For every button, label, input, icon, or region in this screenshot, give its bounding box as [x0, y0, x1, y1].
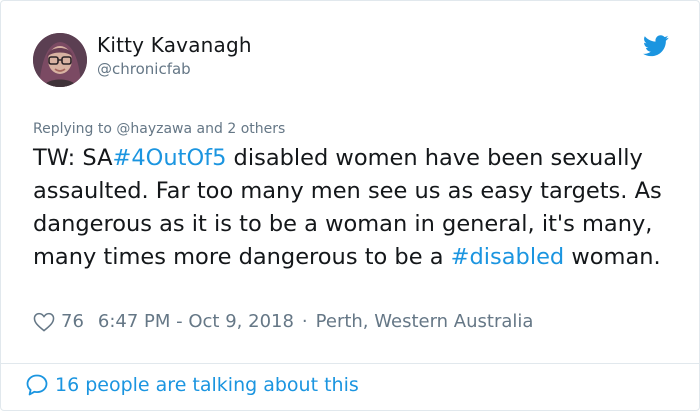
twitter-bird-icon[interactable]	[643, 35, 669, 57]
speech-bubble-icon	[26, 374, 48, 396]
tweet-timestamp[interactable]: 6:47 PM - Oct 9, 2018	[98, 311, 294, 332]
heart-outline-icon[interactable]	[33, 312, 55, 332]
avatar[interactable]	[33, 33, 87, 87]
reply-context: Replying to @hayzawa and 2 others	[33, 121, 285, 137]
reply-suffix[interactable]: and 2 others	[192, 121, 286, 137]
hashtag-link[interactable]: #disabled	[451, 244, 565, 270]
tweet-location[interactable]: Perth, Western Australia	[316, 311, 534, 332]
user-avatar-photo-icon	[33, 33, 87, 87]
like-count[interactable]: 76	[61, 311, 84, 332]
conversation-label[interactable]: 16 people are talking about this	[55, 374, 359, 396]
reply-mention-link[interactable]: @hayzawa	[116, 121, 192, 137]
tweet-meta: 76 6:47 PM - Oct 9, 2018 · Perth, Wester…	[33, 311, 533, 332]
conversation-link[interactable]: 16 people are talking about this	[25, 373, 359, 397]
hashtag-link[interactable]: #4OutOf5	[113, 145, 227, 171]
tweet-card: Kitty Kavanagh @chronicfab Replying to @…	[0, 0, 700, 411]
tweet-text-segment: woman.	[564, 244, 661, 270]
meta-separator: ·	[301, 311, 308, 332]
user-handle[interactable]: @chronicfab	[97, 60, 191, 78]
display-name[interactable]: Kitty Kavanagh	[97, 33, 252, 57]
divider	[1, 363, 699, 364]
reply-prefix: Replying to	[33, 121, 117, 137]
tweet-text: TW: SA#4OutOf5 disabled women have been …	[33, 142, 673, 274]
tweet-text-segment: TW: SA	[33, 145, 113, 171]
